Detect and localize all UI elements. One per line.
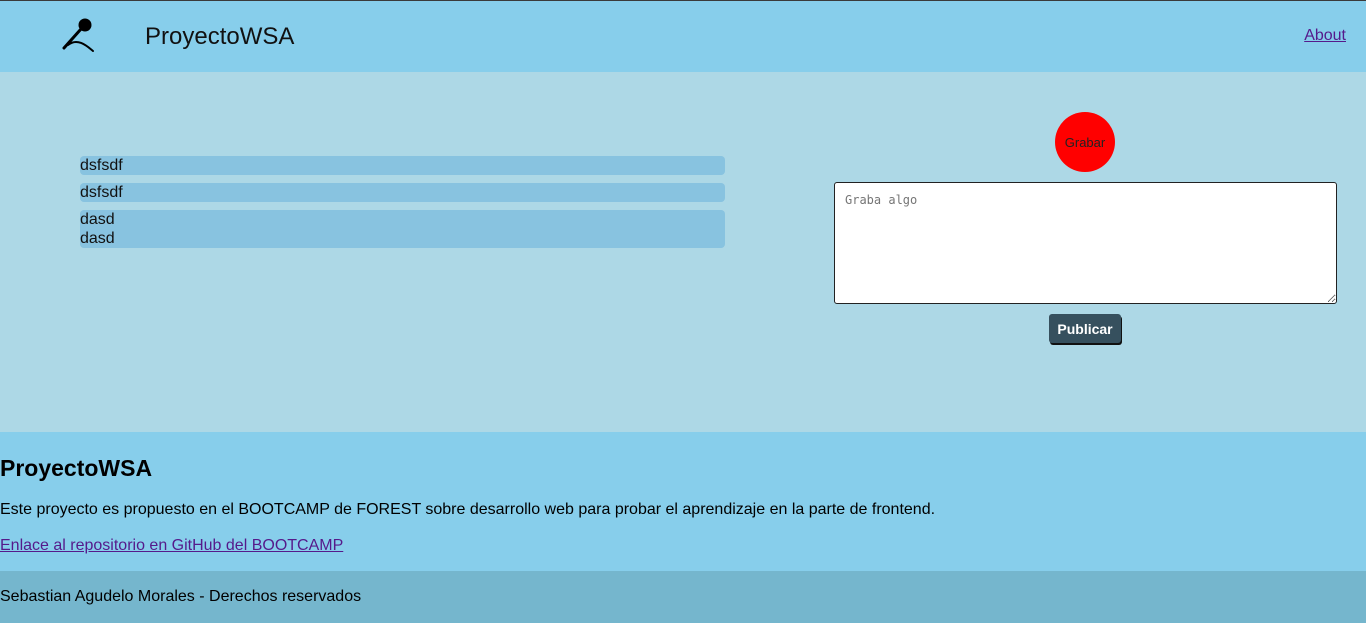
microphone-icon <box>58 15 98 55</box>
posts-list: dsfsdf dsfsdf dasd dasd <box>80 156 725 256</box>
post-item: dasd dasd <box>80 210 725 248</box>
repo-link[interactable]: Enlace al repositorio en GitHub del BOOT… <box>0 536 343 556</box>
project-info-section: ProyectoWSA Este proyecto es propuesto e… <box>0 432 1366 571</box>
project-title: ProyectoWSA <box>0 455 153 481</box>
main-content: dsfsdf dsfsdf dasd dasd Grabar Publicar <box>0 72 1366 432</box>
project-description: Este proyecto es propuesto en el BOOTCAM… <box>0 501 936 518</box>
brand-title: ProyectoWSA <box>145 23 295 50</box>
footer-copyright: Sebastian Agudelo Morales - Derechos res… <box>0 588 362 605</box>
record-textarea[interactable] <box>834 182 1337 304</box>
post-item: dsfsdf <box>80 156 725 175</box>
post-item: dsfsdf <box>80 183 725 202</box>
record-button[interactable]: Grabar <box>1055 112 1115 172</box>
site-header: ProyectoWSA About <box>0 1 1366 72</box>
about-link[interactable]: About <box>1304 27 1346 45</box>
publish-button[interactable]: Publicar <box>1049 314 1121 343</box>
site-footer: Sebastian Agudelo Morales - Derechos res… <box>0 571 1366 623</box>
